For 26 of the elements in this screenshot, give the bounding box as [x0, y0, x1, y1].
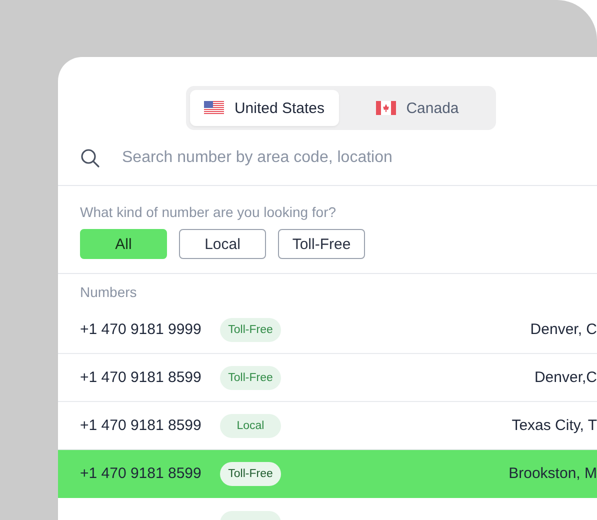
phone-number: +1 470 9181 8599	[80, 369, 202, 386]
maple-flag-icon	[376, 101, 396, 115]
filter-button[interactable]: Toll-Free	[278, 229, 365, 259]
type-tag: Local	[220, 414, 281, 438]
search-icon	[80, 148, 100, 168]
search-field[interactable]: Search number by area code, location	[122, 149, 597, 167]
striped-flag-icon	[204, 101, 224, 115]
type-tag: Toll-Free	[220, 318, 281, 342]
number-row[interactable]: +1 470 9181 9999 Toll-Free Denver, C	[58, 306, 597, 354]
number-row[interactable]: +1 470 9181 8599 Toll-Free Brookston, M	[58, 450, 597, 498]
phone-number: +1 470 9181 8599	[80, 465, 202, 482]
question-text: What kind of number are you looking for?	[80, 204, 338, 220]
filter-button[interactable]: All	[80, 229, 167, 259]
number-row[interactable]: +1 470 9181 8599 Toll-Free Denver,C	[58, 354, 597, 402]
location-text: Texas City, T	[512, 417, 597, 434]
location-text: Denver, C	[530, 321, 597, 338]
type-tag: Toll-Free	[220, 462, 281, 486]
location-text: Brookston, M	[508, 465, 597, 482]
filter-button[interactable]: Local	[179, 229, 266, 259]
type-tag: Toll-Free	[220, 366, 281, 390]
phone-number: +1 470 9181 9999	[80, 321, 202, 338]
country-tab[interactable]: United States	[190, 90, 339, 126]
phone-number: +1 470 9181 8599	[80, 417, 202, 434]
location-text: Denver,C	[534, 369, 597, 386]
list-heading: Numbers	[79, 283, 138, 302]
country-tab[interactable]: Canada	[343, 90, 492, 126]
